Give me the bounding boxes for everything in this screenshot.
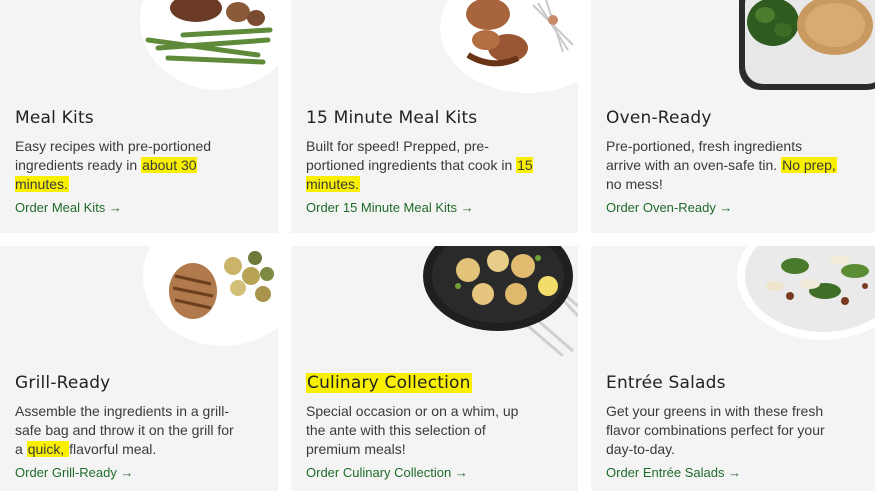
- order-15-minute-meal-kits-link[interactable]: Order 15 Minute Meal Kits →: [306, 200, 474, 215]
- 15-minute-meal-kits-image: [440, 0, 578, 93]
- order-meal-kits-link[interactable]: Order Meal Kits →: [15, 200, 122, 215]
- card-grill-ready[interactable]: Grill-Ready Assemble the ingredients in …: [0, 246, 278, 491]
- card-description: Built for speed! Prepped, pre-portioned …: [306, 138, 533, 192]
- meal-kits-image: [140, 0, 278, 90]
- order-grill-ready-link[interactable]: Order Grill-Ready →: [15, 465, 133, 480]
- card-description: Get your greens in with these fresh flav…: [606, 403, 825, 457]
- card-oven-ready[interactable]: Oven-Ready Pre-portioned, fresh ingredie…: [591, 0, 875, 233]
- highlighted-text: quick,: [26, 441, 70, 457]
- card-title: 15 Minute Meal Kits: [306, 108, 478, 128]
- order-culinary-collection-link[interactable]: Order Culinary Collection →: [306, 465, 468, 480]
- card-description: Assemble the ingredients in a grill-safe…: [15, 403, 234, 457]
- card-description: Pre-portioned, fresh ingredients arrive …: [606, 138, 837, 192]
- entree-salads-image: [737, 246, 875, 340]
- card-entree-salads[interactable]: Entrée Salads Get your greens in with th…: [591, 246, 875, 491]
- card-title: Entrée Salads: [606, 373, 726, 393]
- card-title: Culinary Collection: [306, 373, 472, 393]
- card-title: Meal Kits: [15, 108, 94, 128]
- card-culinary-collection[interactable]: Culinary Collection Special occasion or …: [291, 246, 578, 491]
- highlighted-text: Culinary Collection: [306, 373, 472, 393]
- order-entree-salads-link[interactable]: Order Entrée Salads →: [606, 465, 741, 480]
- card-title: Oven-Ready: [606, 108, 712, 128]
- card-title: Grill-Ready: [15, 373, 111, 393]
- culinary-collection-image: [423, 246, 578, 356]
- card-meal-kits[interactable]: Meal Kits Easy recipes with pre-portione…: [0, 0, 278, 233]
- highlighted-text: No prep,: [781, 157, 837, 173]
- order-oven-ready-link[interactable]: Order Oven-Ready →: [606, 200, 732, 215]
- card-description: Easy recipes with pre-portioned ingredie…: [15, 138, 212, 192]
- grill-ready-image: [143, 246, 278, 346]
- card-15-minute-meal-kits[interactable]: 15 Minute Meal Kits Built for speed! Pre…: [291, 0, 578, 233]
- oven-ready-image: [739, 0, 875, 90]
- card-description: Special occasion or on a whim, up the an…: [306, 403, 519, 457]
